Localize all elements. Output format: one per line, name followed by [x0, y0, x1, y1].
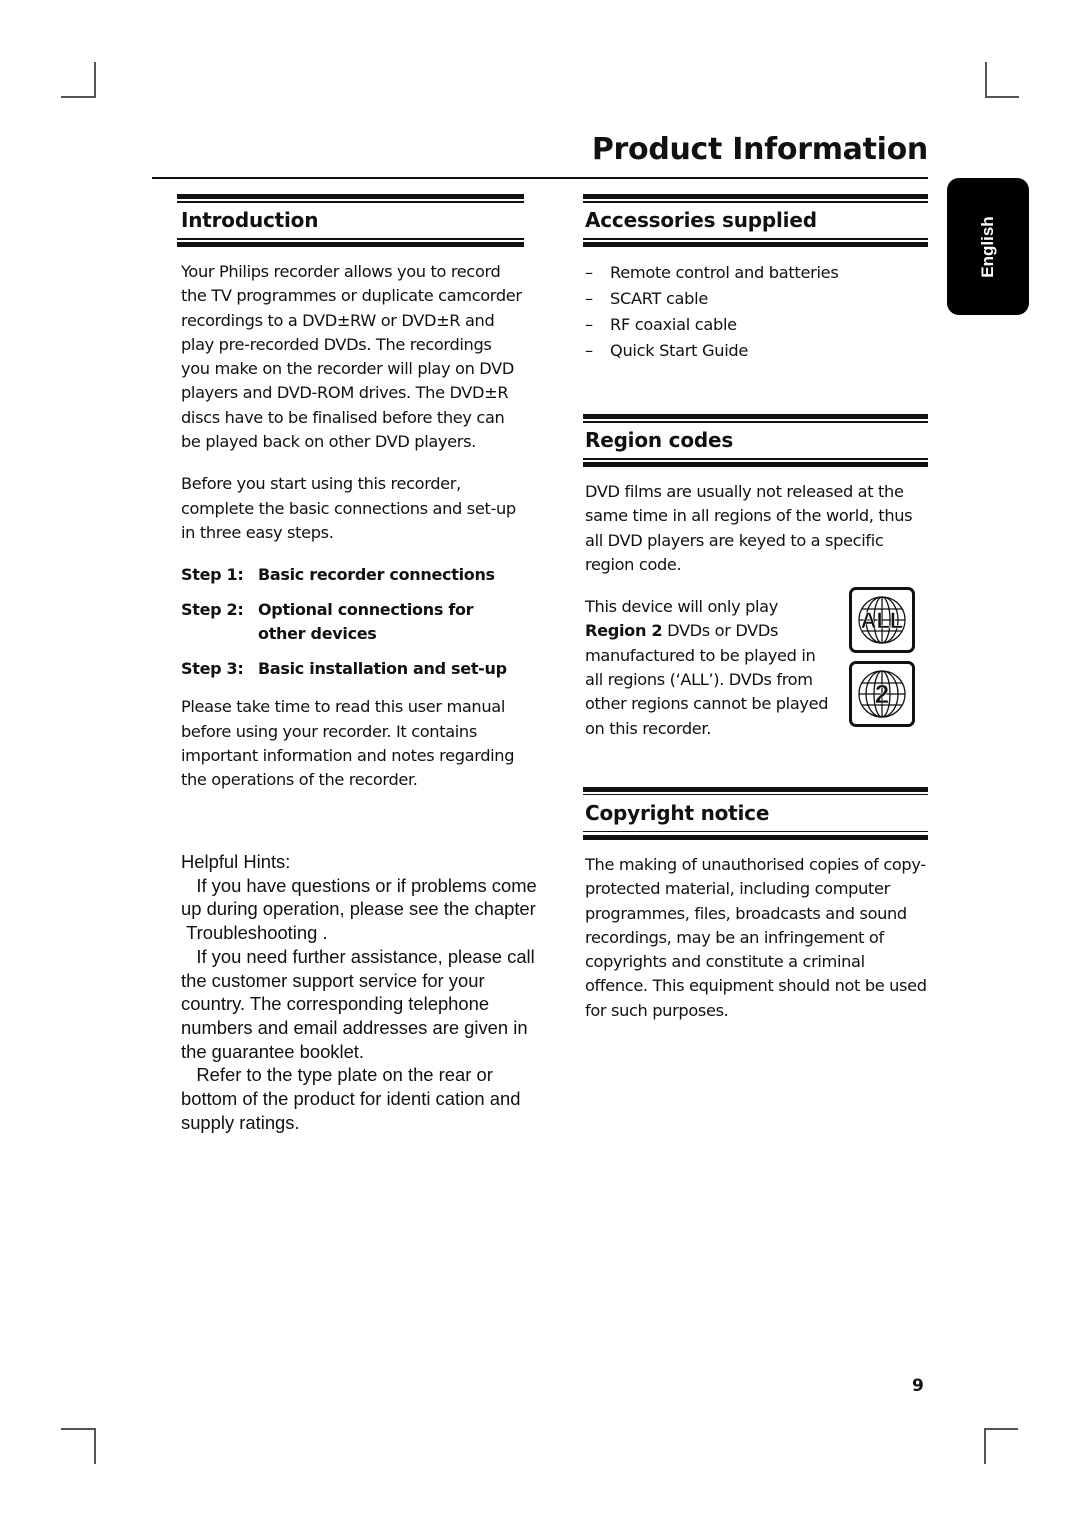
hint-line: the customer support service for your	[181, 969, 485, 991]
region-2-label: 2	[875, 679, 889, 709]
introduction-paragraph-1: Your Philips recorder allows you to reco…	[181, 262, 522, 452]
section-rule-bottom	[177, 238, 524, 247]
dash-bullet: –	[585, 289, 593, 308]
dash-bullet: –	[585, 315, 593, 334]
region-codes-paragraph-2: This device will only play Region 2 DVDs…	[585, 595, 835, 741]
step-text: Basic recorder connections	[258, 565, 495, 585]
list-item: – SCART cable	[585, 286, 928, 312]
crop-mark-top-left	[94, 62, 96, 98]
section-rule-top	[583, 414, 928, 423]
hint-line: country. The corresponding telephone	[181, 993, 490, 1015]
step-label: Step 3:	[181, 659, 244, 679]
crop-mark-bottom-left	[94, 1428, 96, 1464]
step-text: Optional connections for other devices	[258, 600, 474, 644]
hint-line: bottom of the product for identi cation …	[181, 1088, 521, 1110]
region-2-globe-icon: 2	[849, 661, 915, 728]
region-all-globe-icon: ALL	[849, 587, 915, 654]
title-rule	[152, 177, 928, 179]
section-rule-top	[177, 194, 524, 203]
right-column: Accessories supplied – Remote control and…	[583, 194, 928, 1023]
copyright-heading: Copyright notice	[585, 800, 770, 825]
region-info: This device will only play Region 2 DVDs…	[585, 587, 928, 741]
list-item: – RF coaxial cable	[585, 312, 928, 338]
region-icons: ALL 2	[849, 587, 919, 735]
crop-mark-bottom-right	[984, 1428, 1018, 1430]
region-codes-paragraph-1: DVD films are usually not released at th…	[585, 482, 913, 574]
accessory-item: RF coaxial cable	[610, 315, 737, 334]
language-tab-label: English	[978, 215, 997, 278]
setup-step: Step 1: Basic recorder connections	[181, 563, 524, 587]
hint-line: up during operation, please see the chap…	[181, 898, 536, 920]
accessories-section: Accessories supplied – Remote control and…	[583, 194, 928, 364]
copyright-section: Copyright notice The making of unauthori…	[583, 786, 928, 1023]
accessory-item: Quick Start Guide	[610, 341, 749, 360]
step-label: Step 2:	[181, 600, 244, 620]
hint-line: Refer to the type plate on the rear or	[181, 1064, 493, 1086]
left-column: Introduction Your Philips recorder allow…	[177, 194, 524, 792]
copyright-paragraph: The making of unauthorised copies of cop…	[585, 854, 927, 1020]
crop-mark-top-left	[61, 96, 96, 98]
page-number: 9	[912, 1376, 924, 1396]
list-item: – Quick Start Guide	[585, 338, 928, 364]
region-codes-section: Region codes DVD films are usually not r…	[583, 414, 928, 741]
accessories-list: – Remote control and batteries – SCART cab…	[585, 260, 928, 364]
step-text: Basic installation and set-up	[258, 659, 507, 679]
crop-mark-top-right	[985, 62, 987, 98]
hint-line: supply ratings.	[181, 1111, 300, 1133]
helpful-hints: Helpful Hints: If you have questions or …	[181, 850, 581, 1134]
introduction-heading: Introduction	[181, 208, 319, 232]
language-tab: English	[947, 178, 1029, 315]
region-all-label: ALL	[861, 608, 904, 633]
helpful-hints-heading: Helpful Hints:	[181, 851, 291, 872]
hint-line: numbers and email addresses are given in	[181, 1016, 528, 1038]
list-item: – Remote control and batteries	[585, 260, 928, 286]
hint-line: If you have questions or if problems com…	[181, 874, 537, 896]
setup-step: Step 2: Optional connections for other d…	[181, 598, 524, 646]
section-rule-bottom	[583, 458, 928, 467]
accessories-heading: Accessories supplied	[585, 208, 817, 232]
page-title: Product Information	[591, 132, 928, 167]
section-rule-bottom	[583, 238, 928, 247]
introduction-section: Introduction Your Philips recorder allow…	[177, 194, 524, 792]
setup-steps-list: Step 1: Basic recorder connections Step …	[181, 563, 524, 681]
region-codes-heading: Region codes	[585, 428, 734, 452]
crop-mark-top-right	[985, 96, 1019, 98]
setup-step: Step 3: Basic installation and set-up	[181, 657, 524, 681]
hint-line: the guarantee booklet.	[181, 1040, 365, 1062]
section-rule-top	[583, 194, 928, 203]
region-text-bold: Region 2	[585, 621, 663, 641]
accessory-item: Remote control and batteries	[610, 263, 839, 282]
accessory-item: SCART cable	[610, 289, 709, 308]
section-rule-bottom	[583, 830, 928, 840]
hint-line: Troubleshooting .	[181, 922, 328, 944]
crop-mark-bottom-right	[984, 1428, 986, 1464]
crop-mark-bottom-left	[61, 1428, 96, 1430]
region-text-pre: This device will only play	[585, 597, 778, 617]
introduction-paragraph-3: Please take time to read this user manua…	[181, 697, 515, 790]
dash-bullet: –	[585, 341, 593, 360]
introduction-paragraph-2: Before you start using this recorder, co…	[181, 474, 516, 542]
step-label: Step 1:	[181, 565, 244, 585]
hint-line: If you need further assistance, please c…	[181, 945, 535, 967]
section-rule-top	[583, 786, 928, 796]
dash-bullet: –	[585, 263, 593, 282]
